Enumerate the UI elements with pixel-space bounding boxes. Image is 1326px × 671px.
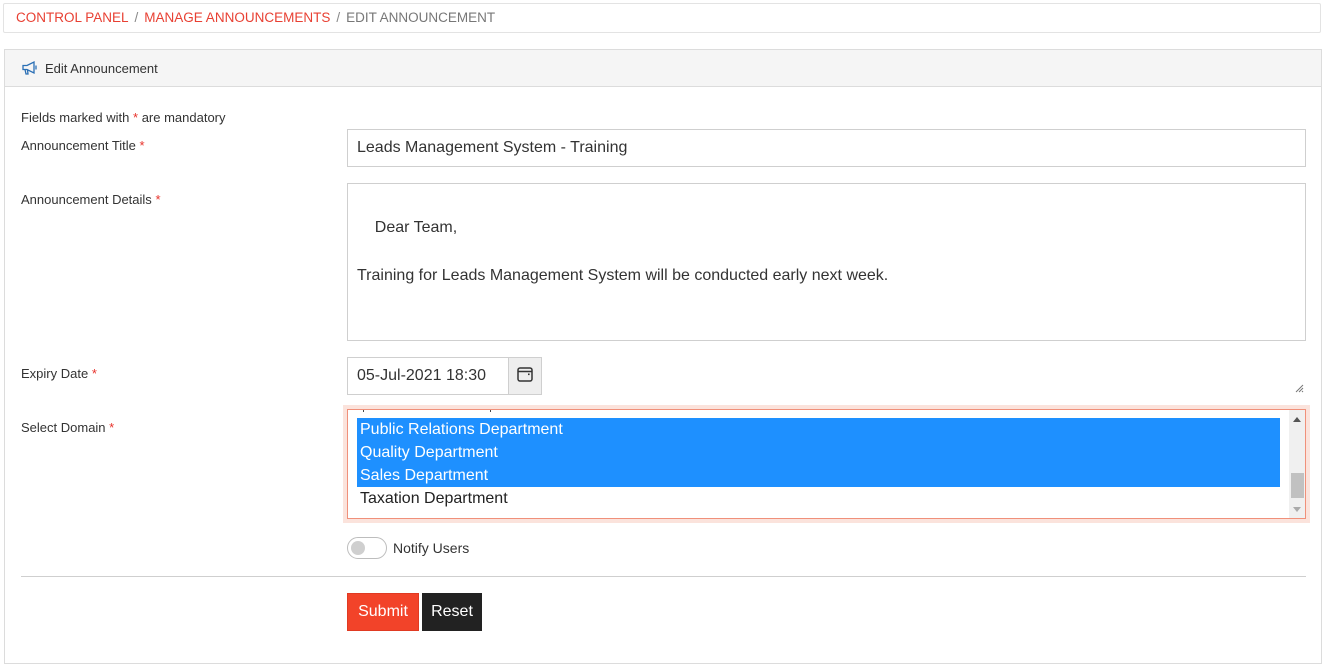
required-marker: * bbox=[91, 366, 97, 381]
notify-users-toggle[interactable] bbox=[347, 537, 387, 559]
form-divider bbox=[21, 576, 1306, 577]
scroll-down-arrow-icon[interactable] bbox=[1289, 502, 1305, 516]
breadcrumb-separator: / bbox=[134, 10, 139, 25]
edit-announcement-panel: Edit Announcement Fields marked with * a… bbox=[4, 49, 1322, 664]
domain-option[interactable]: Sales Department bbox=[357, 464, 1280, 487]
breadcrumb-current: EDIT ANNOUNCEMENT bbox=[346, 10, 496, 25]
announcement-title-label: Announcement Title * bbox=[21, 138, 145, 153]
required-marker: * bbox=[139, 138, 145, 153]
breadcrumb-manage-announcements[interactable]: MANAGE ANNOUNCEMENTS bbox=[144, 10, 330, 25]
expiry-date-label: Expiry Date * bbox=[21, 366, 97, 381]
announcement-details-label: Announcement Details * bbox=[21, 192, 161, 207]
notify-users-label: Notify Users bbox=[393, 540, 470, 556]
domain-option[interactable]: Taxation Department bbox=[357, 487, 1280, 510]
panel-header: Edit Announcement bbox=[5, 50, 1321, 87]
submit-button[interactable]: Submit bbox=[347, 593, 419, 631]
required-marker: * bbox=[109, 420, 115, 435]
domain-option[interactable]: Public Relations Department bbox=[357, 418, 1280, 441]
calendar-icon bbox=[516, 365, 534, 388]
scroll-up-arrow-icon[interactable] bbox=[1289, 412, 1305, 426]
domain-select-focus-ring: Public Relations Department Quality Depa… bbox=[343, 405, 1310, 523]
toggle-knob bbox=[351, 541, 365, 555]
domain-scrollbar[interactable] bbox=[1289, 410, 1305, 518]
announcement-title-input[interactable]: Leads Management System - Training bbox=[347, 129, 1306, 167]
announcement-details-text: Dear Team, Training for Leads Management… bbox=[357, 219, 889, 284]
required-marker: * bbox=[133, 110, 139, 125]
resize-handle-icon[interactable] bbox=[1294, 329, 1304, 393]
panel-title: Edit Announcement bbox=[45, 60, 158, 76]
reset-button[interactable]: Reset bbox=[422, 593, 482, 631]
domain-option[interactable]: Quality Department bbox=[357, 441, 1280, 464]
mandatory-note: Fields marked with * are mandatory bbox=[21, 110, 226, 125]
expiry-date-input[interactable]: 05-Jul-2021 18:30 bbox=[347, 357, 509, 395]
select-domain-label: Select Domain * bbox=[21, 420, 115, 435]
announcement-details-textarea[interactable]: Dear Team, Training for Leads Management… bbox=[347, 183, 1306, 393]
required-marker: * bbox=[155, 192, 161, 207]
breadcrumb-separator: / bbox=[336, 10, 341, 25]
breadcrumb: CONTROL PANEL / MANAGE ANNOUNCEMENTS / EDIT … bbox=[3, 3, 1321, 33]
partial-option bbox=[363, 410, 491, 412]
megaphone-icon bbox=[21, 60, 39, 76]
domain-multiselect[interactable]: Public Relations Department Quality Depa… bbox=[347, 409, 1306, 519]
breadcrumb-control-panel[interactable]: CONTROL PANEL bbox=[16, 10, 129, 25]
scroll-thumb[interactable] bbox=[1291, 473, 1304, 498]
calendar-button[interactable] bbox=[508, 357, 542, 395]
